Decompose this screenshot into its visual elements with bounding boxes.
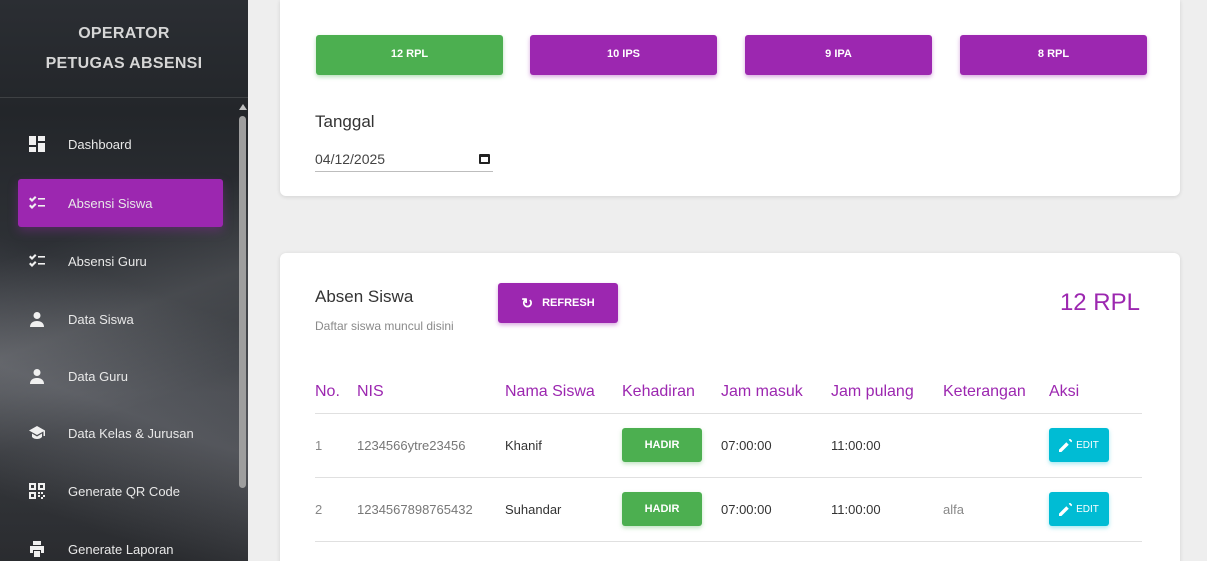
- cell-nis: 1234567898765432: [357, 477, 505, 542]
- table-row: 1 1234566ytre23456 Khanif HADIR 07:00:00…: [315, 413, 1142, 478]
- col-header-aksi: Aksi: [1049, 375, 1142, 414]
- brand-title: PETUGAS ABSENSI: [45, 54, 203, 72]
- brand-role: OPERATOR: [78, 24, 170, 42]
- checklist-icon: [26, 195, 48, 211]
- sidebar-item-dashboard[interactable]: Dashboard: [18, 120, 223, 168]
- edit-button[interactable]: EDIT: [1049, 428, 1109, 462]
- person-icon: [26, 311, 48, 327]
- sidebar-item-data-guru[interactable]: Data Guru: [18, 352, 223, 400]
- sidebar-item-label: Dashboard: [68, 136, 132, 152]
- attendance-card: Absen Siswa Daftar siswa muncul disini ↻…: [280, 253, 1180, 561]
- date-label: Tanggal: [315, 112, 375, 131]
- dashboard-icon: [26, 136, 48, 152]
- scroll-up-arrow-icon[interactable]: [239, 104, 247, 110]
- qr-code-icon: [26, 483, 48, 499]
- sidebar-item-data-kelas-jurusan[interactable]: Data Kelas & Jurusan: [18, 409, 223, 457]
- table-row: 2 1234567898765432 Suhandar HADIR 07:00:…: [315, 477, 1142, 542]
- cell-jam-masuk: 07:00:00: [721, 413, 831, 478]
- sidebar-scrollbar[interactable]: [238, 104, 248, 561]
- card-subtitle: Daftar siswa muncul disini: [315, 319, 454, 333]
- person-icon: [26, 368, 48, 384]
- status-badge: HADIR: [622, 492, 702, 526]
- col-header-jam-pulang: Jam pulang: [831, 375, 943, 414]
- col-header-kehadiran: Kehadiran: [622, 375, 721, 414]
- class-button-10-ips[interactable]: 10 IPS: [530, 35, 717, 75]
- school-icon: [26, 425, 48, 441]
- card-title: Absen Siswa: [315, 287, 414, 306]
- sidebar-item-data-siswa[interactable]: Data Siswa: [18, 295, 223, 343]
- cell-no: 1: [315, 413, 357, 478]
- cell-keterangan: [943, 413, 1049, 478]
- attendance-table: No. NIS Nama Siswa Kehadiran Jam masuk J…: [315, 375, 1142, 542]
- selected-class-name: 12 RPL: [1059, 289, 1140, 316]
- sidebar-item-label: Generate QR Code: [68, 483, 181, 499]
- calendar-icon[interactable]: [479, 153, 490, 164]
- class-button-12-rpl[interactable]: 12 RPL: [316, 35, 503, 75]
- sidebar-item-absensi-siswa[interactable]: Absensi Siswa: [18, 179, 223, 227]
- sidebar-item-label: Data Kelas & Jurusan: [68, 425, 194, 441]
- edit-label: EDIT: [1076, 439, 1099, 451]
- sidebar-item-label: Data Guru: [68, 368, 128, 384]
- col-header-nis: NIS: [357, 375, 505, 414]
- main-content: 12 RPL 10 IPS 9 IPA 8 RPL Tanggal 04/12/…: [248, 0, 1207, 561]
- pencil-icon: [1059, 438, 1073, 452]
- scrollbar-thumb[interactable]: [239, 116, 246, 488]
- cell-nis: 1234566ytre23456: [357, 413, 505, 478]
- col-header-keterangan: Keterangan: [943, 375, 1049, 414]
- sidebar-item-label: Data Siswa: [68, 311, 134, 327]
- col-header-nama: Nama Siswa: [505, 375, 622, 414]
- printer-icon: [26, 541, 48, 557]
- date-input[interactable]: 04/12/2025: [315, 146, 493, 172]
- refresh-icon: ↻: [521, 294, 534, 311]
- date-value: 04/12/2025: [315, 150, 386, 167]
- cell-aksi: EDIT: [1049, 477, 1142, 542]
- filter-card: 12 RPL 10 IPS 9 IPA 8 RPL Tanggal 04/12/…: [280, 0, 1180, 196]
- edit-button[interactable]: EDIT: [1049, 492, 1109, 526]
- sidebar-item-generate-laporan[interactable]: Generate Laporan: [18, 525, 223, 561]
- sidebar-item-absensi-guru[interactable]: Absensi Guru: [18, 237, 223, 285]
- sidebar-item-label: Absensi Guru: [68, 253, 147, 269]
- checklist-icon: [26, 253, 48, 269]
- refresh-label: REFRESH: [542, 297, 595, 309]
- cell-jam-pulang: 11:00:00: [831, 413, 943, 478]
- class-button-9-ipa[interactable]: 9 IPA: [745, 35, 932, 75]
- sidebar-item-label: Generate Laporan: [68, 541, 174, 557]
- cell-aksi: EDIT: [1049, 413, 1142, 478]
- cell-jam-pulang: 11:00:00: [831, 477, 943, 542]
- table-header-row: No. NIS Nama Siswa Kehadiran Jam masuk J…: [315, 375, 1142, 414]
- sidebar: OPERATOR PETUGAS ABSENSI Dashboard Absen…: [0, 0, 248, 561]
- edit-label: EDIT: [1076, 503, 1099, 515]
- cell-jam-masuk: 07:00:00: [721, 477, 831, 542]
- cell-no: 2: [315, 477, 357, 542]
- class-button-8-rpl[interactable]: 8 RPL: [960, 35, 1147, 75]
- refresh-button[interactable]: ↻ REFRESH: [498, 283, 618, 323]
- cell-kehadiran: HADIR: [622, 477, 721, 542]
- sidebar-item-generate-qr[interactable]: Generate QR Code: [18, 467, 223, 515]
- cell-keterangan: alfa: [943, 477, 1049, 542]
- cell-kehadiran: HADIR: [622, 413, 721, 478]
- cell-nama: Khanif: [505, 413, 622, 478]
- sidebar-item-label: Absensi Siswa: [68, 195, 153, 211]
- col-header-no: No.: [315, 375, 357, 414]
- col-header-jam-masuk: Jam masuk: [721, 375, 831, 414]
- pencil-icon: [1059, 502, 1073, 516]
- status-badge: HADIR: [622, 428, 702, 462]
- cell-nama: Suhandar: [505, 477, 622, 542]
- sidebar-brand: OPERATOR PETUGAS ABSENSI: [0, 0, 248, 98]
